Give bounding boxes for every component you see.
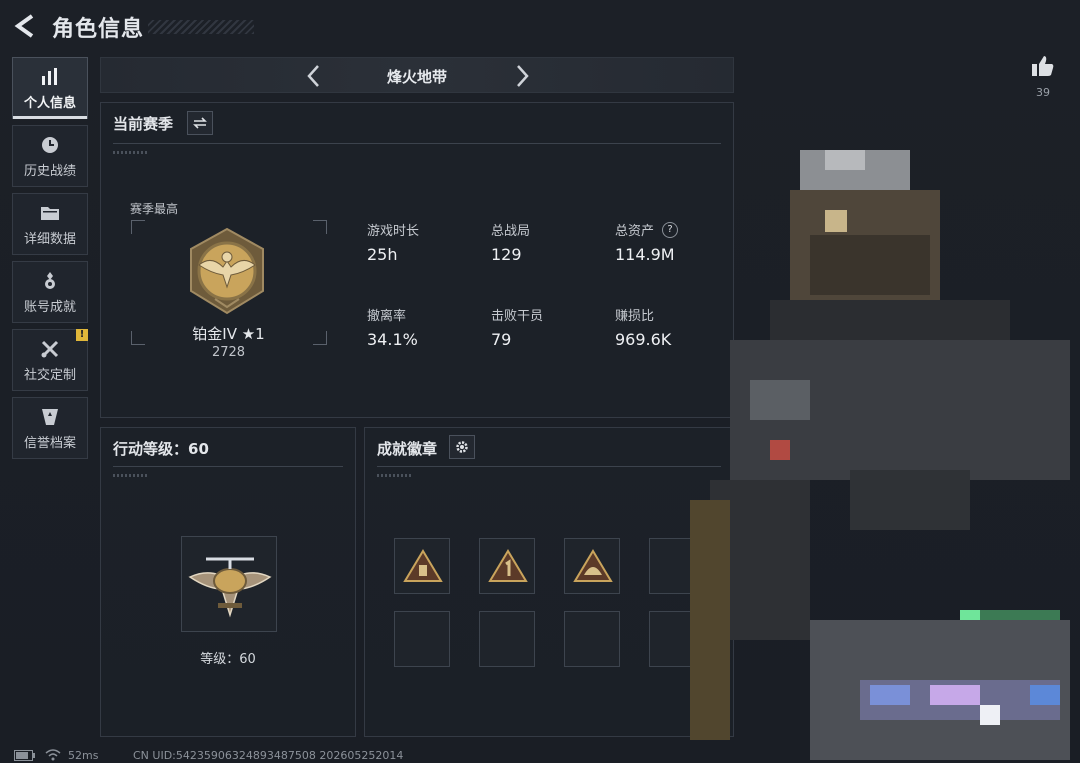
character-model-pixelated (650, 140, 1080, 763)
rank-name: 铂金IV ★1 (192, 325, 265, 343)
tools-icon (41, 340, 59, 357)
wifi-icon (45, 749, 61, 761)
achievement-helmet-icon (573, 549, 613, 582)
achievements-settings-button[interactable] (449, 435, 475, 459)
sidebar-item-history[interactable]: 历史战绩 (12, 125, 88, 187)
stat-value: 79 (491, 330, 512, 349)
achievement-triangle-icon (403, 549, 443, 582)
divider (113, 143, 721, 144)
decoration (113, 474, 147, 477)
achievement-slot[interactable] (564, 538, 620, 594)
rank-points: 2728 (211, 345, 246, 360)
achievement-slot[interactable] (479, 538, 535, 594)
stat-extraction-rate: 撤离率 34.1% (367, 305, 487, 349)
like-button[interactable]: 39 (1026, 54, 1060, 99)
title-decoration (148, 20, 254, 34)
achievement-slot-empty[interactable] (479, 611, 535, 667)
chevron-right-icon (517, 65, 529, 87)
clock-icon (42, 136, 58, 153)
stat-label: 总战局 (491, 224, 531, 239)
achievement-first-icon (488, 549, 528, 582)
sidebar-item-profile[interactable]: 个人信息 (12, 57, 88, 119)
sidebar-item-label: 历史战绩 (23, 163, 76, 179)
level-caption: 等级：60 (200, 652, 256, 667)
achievements-title: 成就徽章 (377, 440, 438, 458)
stat-label: 游戏时长 (367, 224, 420, 239)
achievement-slot-empty[interactable] (564, 611, 620, 667)
like-count: 39 (1036, 86, 1050, 99)
frame-corner (313, 331, 327, 345)
mode-next-button[interactable] (509, 62, 535, 90)
sidebar-item-label: 账号成就 (23, 299, 76, 315)
frame-corner (131, 331, 145, 345)
season-title: 当前赛季 (113, 115, 174, 133)
sidebar-item-reputation[interactable]: 信誉档案 (12, 397, 88, 459)
decoration (377, 474, 411, 477)
stat-label: 撤离率 (367, 309, 407, 324)
gear-icon (456, 441, 468, 453)
decoration (113, 151, 147, 154)
sidebar-item-label: 信誉档案 (23, 435, 76, 451)
mode-name: 烽火地带 (386, 68, 447, 86)
folder-icon (41, 206, 59, 220)
sidebar-item-label: 个人信息 (23, 95, 76, 111)
stat-total-matches: 总战局 129 (491, 220, 611, 264)
thumbs-up-icon (1032, 56, 1054, 76)
sidebar-item-social[interactable]: ! 社交定制 (12, 329, 88, 391)
frame-corner (313, 220, 327, 234)
ping-value: 52ms (68, 749, 99, 762)
stat-label: 总资产 (615, 224, 655, 239)
helicopter-badge-icon (188, 557, 272, 618)
notification-badge: ! (76, 329, 88, 341)
stat-operators-defeated: 击败干员 79 (491, 305, 611, 349)
season-best-label: 赛季最高 (130, 202, 179, 216)
rank-emblem-icon (190, 227, 264, 315)
page-title: 角色信息 (52, 17, 145, 42)
sidebar-item-label: 社交定制 (23, 367, 76, 383)
achievement-slot-empty[interactable] (394, 611, 450, 667)
medal-icon (45, 271, 55, 289)
sidebar-item-achievements[interactable]: 账号成就 (12, 261, 88, 323)
level-title: 行动等级：60 (113, 440, 209, 458)
divider (113, 466, 343, 467)
mode-selector: 烽火地带 (100, 57, 734, 93)
back-button[interactable] (12, 12, 40, 40)
achievement-slot[interactable] (394, 538, 450, 594)
frame-corner (131, 220, 145, 234)
bar-chart-icon (42, 67, 57, 85)
stat-value: 34.1% (367, 330, 418, 349)
header: 角色信息 (0, 0, 1080, 52)
switch-season-button[interactable] (187, 111, 213, 135)
uid-text: CN UID:54235906324893487508 202605252014 (133, 749, 404, 762)
back-arrow-icon (14, 14, 34, 38)
character-info-screen: 角色信息 个人信息 历史战绩 详细数据 账号成就 ! 社交定制 信誉档案 烽火地… (0, 0, 1080, 763)
shield-icon (42, 408, 58, 425)
stat-value: 25h (367, 245, 398, 264)
battery-icon (14, 750, 35, 761)
season-panel: 当前赛季 赛季最高 铂金IV ★1 2728 游戏时长 25h 总战局 129 … (100, 102, 734, 418)
swap-icon (193, 117, 207, 129)
level-badge (181, 536, 277, 632)
stat-label: 击败干员 (491, 309, 544, 324)
status-footer: 52ms CN UID:54235906324893487508 2026052… (0, 745, 1080, 763)
sidebar-item-label: 详细数据 (23, 231, 76, 247)
level-panel: 行动等级：60 等级：60 (100, 427, 356, 737)
stat-play-time: 游戏时长 25h (367, 220, 487, 264)
stat-label: 赚损比 (615, 309, 655, 324)
stat-value: 129 (491, 245, 522, 264)
sidebar-item-details[interactable]: 详细数据 (12, 193, 88, 255)
sidebar: 个人信息 历史战绩 详细数据 账号成就 ! 社交定制 信誉档案 (12, 57, 90, 465)
